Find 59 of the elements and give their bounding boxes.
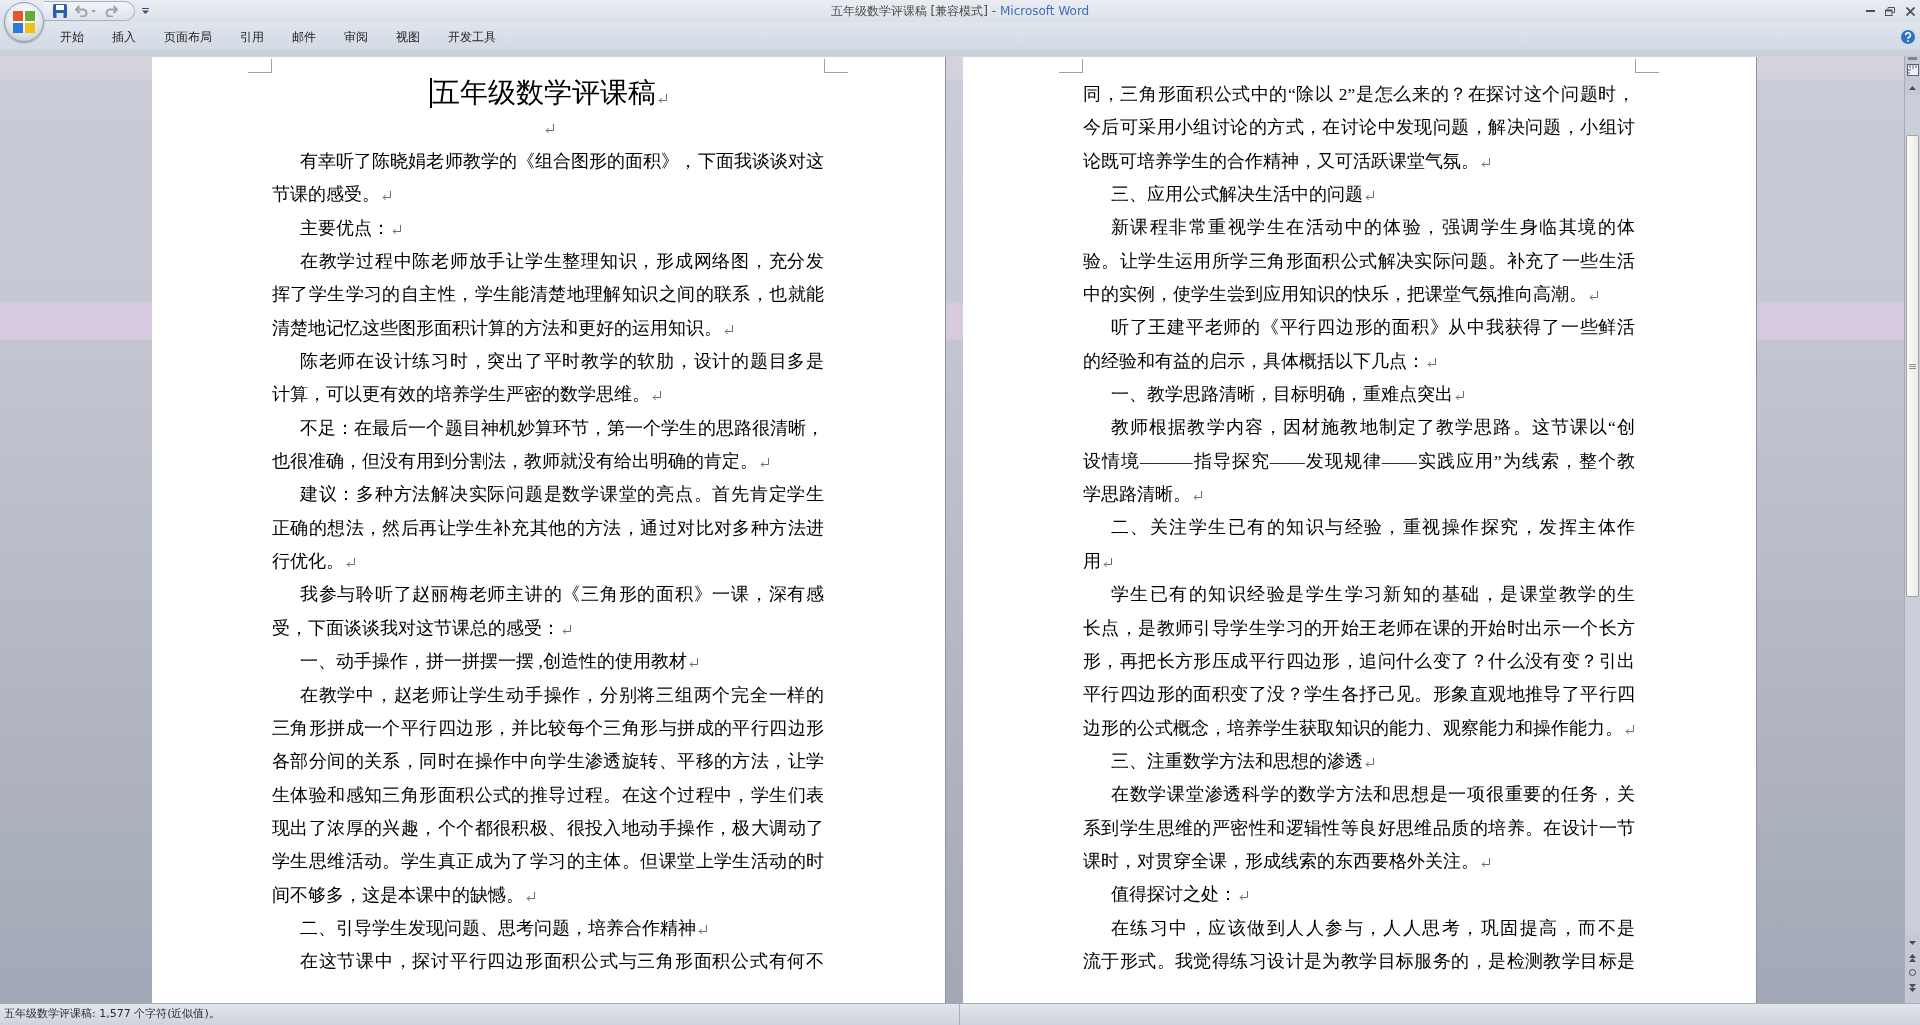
- paragraph: 有幸听了陈晓娟老师教学的《组合图形的面积》，下面我谈谈对这 节课的感受。: [272, 151, 824, 205]
- grip-icon: [1909, 363, 1916, 369]
- paragraph: 建议：多种方法解决实际问题是数学课堂的亮点。首先肯定学生 正确的想法，然后再让学生补充其他的方法，通过对比对多种方法进 行优化。: [272, 484, 824, 572]
- four-squares-logo-icon: [13, 11, 35, 33]
- help-button[interactable]: [1900, 29, 1916, 45]
- up-arrow-icon: [1909, 85, 1916, 90]
- split-handle[interactable]: [1908, 57, 1917, 60]
- ribbon-tab[interactable]: 审阅: [330, 26, 382, 48]
- ribbon-tab[interactable]: 插入: [98, 26, 150, 48]
- ribbon-tab[interactable]: 邮件: [278, 26, 330, 48]
- paragraph: 主要优点：: [300, 217, 390, 238]
- paragraph: 在练习中，应该做到人人参与，人人思考，巩固提高，而不是 流于形式。我觉得练习设计是为教学目标服务的，是检测教学目标是: [1083, 917, 1635, 971]
- ruler-icon: [1906, 64, 1919, 76]
- paragraph: 二、关注学生已有的知识与经验，重视操作探究，发挥主体作 用: [1083, 517, 1635, 571]
- paragraph: 学生已有的知识经验是学生学习新知的基础，是课堂教学的生 长点，是教师引导学生学习的开始王老师在课的开始时出示一个长方 形，再把长方形压成平行四边形，追问什么变了？什么没有变？引出 平行四边形的面积变了没？学生各抒己见。形象直观地推导了平行四 边形的公式概念，培养学生获取知识的能力、观察能力和操作能力。: [1083, 584, 1635, 738]
- down-arrow-icon: [1909, 940, 1916, 945]
- ribbon-tab[interactable]: 开始: [46, 26, 98, 48]
- restore-icon: [1885, 6, 1895, 16]
- paragraph: 新课程非常重视学生在活动中的体验，强调学生身临其境的体 验。让学生运用所学三角形面积公式解决实际问题。补充了一些生活 中的实例，使学生尝到应用知识的快乐，把课堂气氛推向高潮。: [1083, 217, 1635, 305]
- circle-icon: [1909, 969, 1916, 976]
- document-heading: 五年级数学评课稿: [431, 76, 656, 110]
- caret-down-icon: [90, 9, 96, 13]
- undo-arrow-icon: [74, 5, 88, 17]
- paragraph: 在这节课中，探讨平行四边形面积公式与三角形面积公式有何不: [299, 951, 824, 972]
- crop-mark-icon: [824, 59, 848, 73]
- paragraph: 二、引导学生发现问题、思考问题，培养合作精神: [300, 917, 696, 938]
- ribbon-tab[interactable]: 视图: [382, 26, 434, 48]
- paragraph: 教师根据教学内容，因材施教地制定了教学思路。这节课以“创 设情境———指导探究——发现规律——实践应用”为线索，整个教 学思路清晰。: [1083, 417, 1635, 505]
- paragraph: 值得探讨之处：: [1111, 884, 1237, 905]
- paragraph: 三、应用公式解决生活中的问题: [1111, 184, 1363, 205]
- paragraph: 陈老师在设计练习时，突出了平时教学的软肋，设计的题目多是 计算，可以更有效的培养学生严密的数学思维。: [272, 351, 824, 405]
- double-up-arrow-icon: [1909, 953, 1916, 962]
- crop-mark-icon: [248, 59, 272, 73]
- paragraph: 一、教学思路清晰，目标明确，重难点突出: [1111, 384, 1453, 405]
- paragraph: 同，三角形面积公式中的“除以 2”是怎么来的？在探讨这个问题时， 今后可采用小组讨论的方式，在讨论中发现问题，解决问题，小组讨 论既可培养学生的合作精神，又可活跃课堂气氛。: [1083, 84, 1635, 171]
- ribbon-tab[interactable]: 引用: [226, 26, 278, 48]
- paragraph: 不足：在最后一个题目神机妙算环节，第一个学生的思路很清晰， 也很准确，但没有用到分割法，教师就没有给出明确的肯定。: [272, 417, 824, 472]
- redo-arrow-icon: [104, 5, 118, 17]
- status-text: 五年级数学评课稿: 1,577 个字符(近似值)。: [4, 1006, 220, 1023]
- save-button[interactable]: [50, 2, 70, 20]
- close-icon: [1905, 6, 1915, 16]
- minimize-icon: [1865, 10, 1875, 12]
- paragraph: 我参与聆听了赵丽梅老师主讲的《三角形的面积》一课，深有感 受，下面谈谈我对这节课总的感受：: [272, 584, 824, 638]
- ribbon-tab[interactable]: 开发工具: [434, 26, 510, 48]
- double-down-arrow-icon: [1909, 983, 1916, 992]
- paragraph: 在教学中，赵老师让学生动手操作，分别将三组两个完全一样的 三角形拼成一个平行四边形，并比较每个三角形与拼成的平行四边形 各部分间的关系，同时在操作中向学生渗透旋转、平移的方法，让学 生体验和感知三角形面积公式的推导过程。在这个过程中，学生们表 现出了浓厚的兴趣，个个都很积极、很投入地动手操作，极大调动了 学生思维活动。学生真正成为了学习的主体。但课堂上学生活动的时 间不够多，这是本课中的缺憾。: [272, 684, 824, 905]
- paragraph: 听了王建平老师的《平行四边形的面积》从中我获得了一些鲜活 的经验和有益的启示，具体概括以下几点：: [1083, 317, 1635, 371]
- ruler-toggle-button[interactable]: [1905, 62, 1920, 78]
- caret-down-icon: [141, 8, 149, 14]
- scrollbar-thumb[interactable]: [1906, 135, 1919, 597]
- ribbon-tab[interactable]: 页面布局: [150, 26, 226, 48]
- paragraph: 在教学过程中陈老师放手让学生整理知识，形成网络图，充分发 挥了学生学习的自主性，学生能清楚地理解知识之间的联系，也就能 清楚地记忆这些图形面积计算的方法和更好的运用知识。: [272, 251, 824, 338]
- paragraph: 在数学课堂渗透科学的数学方法和思想是一项很重要的任务，关 系到学生思维的严密性和逻辑性等良好思维品质的培养。在设计一节 课时，对贯穿全课，形成线索的东西要格外关注。: [1083, 784, 1635, 871]
- paragraph: 三、注重数学方法和思想的渗透: [1111, 750, 1363, 771]
- crop-mark-icon: [1059, 59, 1083, 73]
- paragraph: 一、动手操作，拼一拼摆一摆 ,创造性的使用教材: [300, 651, 687, 672]
- help-icon: [1901, 30, 1915, 44]
- crop-mark-icon: [1635, 59, 1659, 73]
- window-title: 五年级数学评课稿 [兼容模式] - Microsoft Word: [830, 3, 1090, 20]
